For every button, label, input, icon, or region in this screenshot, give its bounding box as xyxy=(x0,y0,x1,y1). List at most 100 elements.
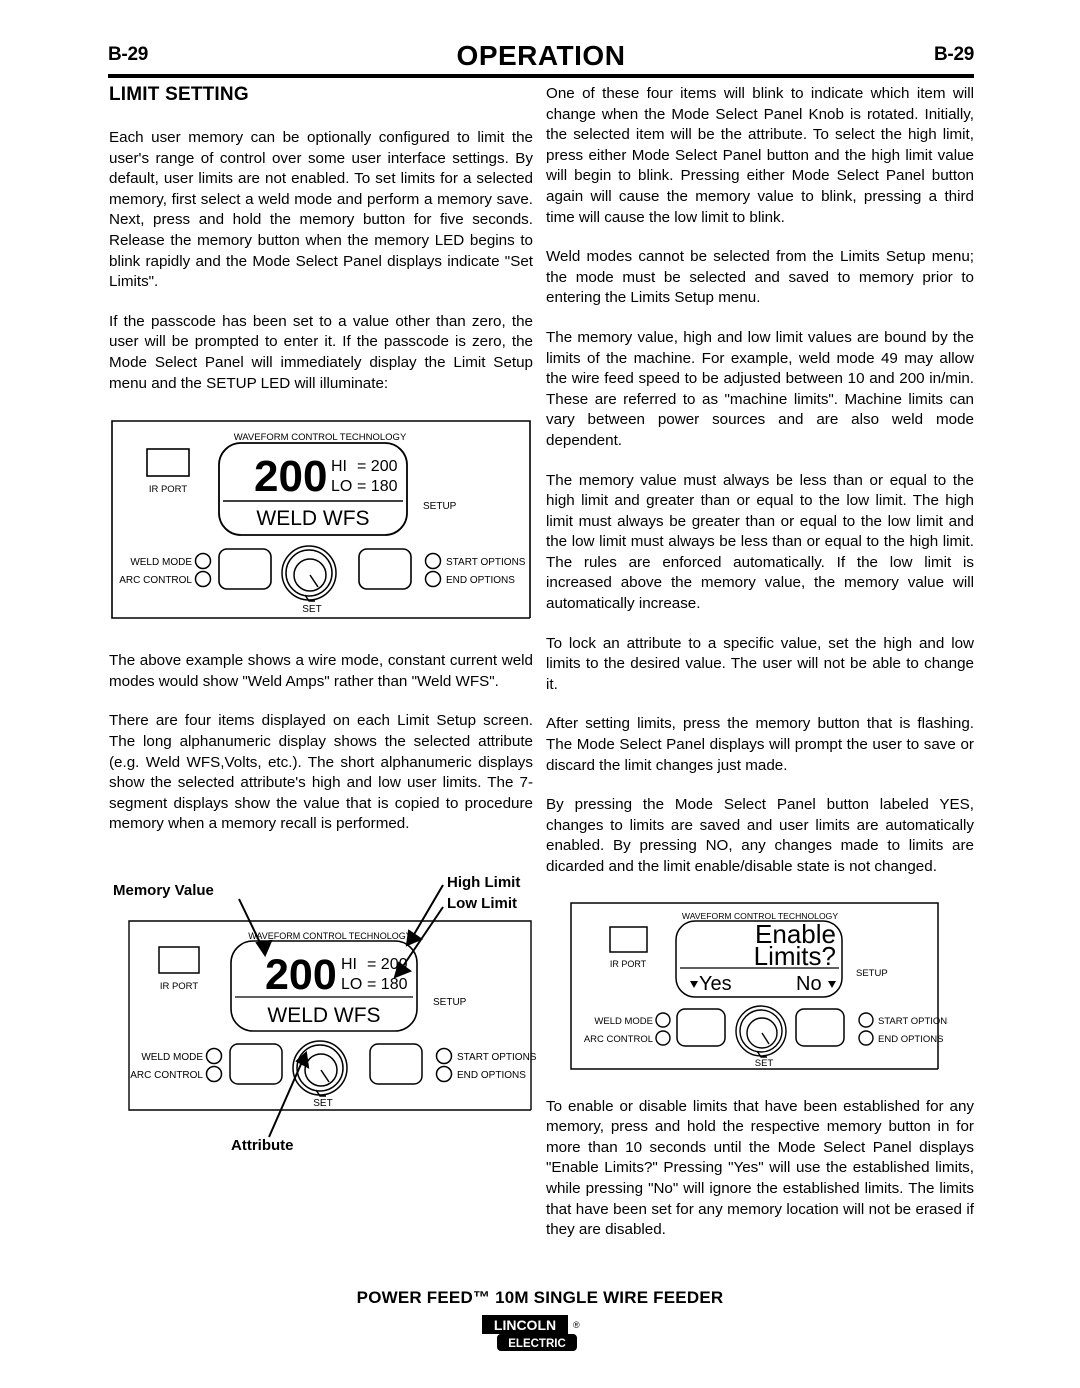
knob-outer-ring xyxy=(281,545,337,601)
lincoln-electric-logo: LINCOLN ® ELECTRIC xyxy=(481,1314,599,1356)
knob-mid-ring xyxy=(285,549,333,597)
ir-port-label: IR PORT xyxy=(160,981,199,992)
no-option[interactable]: No xyxy=(796,973,822,995)
mode-select-right-button[interactable] xyxy=(358,548,412,590)
paragraph: The memory value, high and low limit val… xyxy=(546,328,974,449)
hi-limit-label: HI xyxy=(341,956,357,973)
mode-select-left-button[interactable] xyxy=(229,1043,283,1085)
end-options-led xyxy=(858,1029,874,1046)
callout-memory-value: Memory Value xyxy=(113,882,214,899)
weld-mode-label: WELD MODE xyxy=(594,1016,653,1027)
lo-limit-value: = 180 xyxy=(367,976,408,993)
logo-registered-mark: ® xyxy=(573,1320,580,1330)
start-options-label: START OPTIONS xyxy=(457,1052,537,1063)
start-options-led xyxy=(435,1047,453,1065)
right-column: One of these four items will blink to in… xyxy=(546,84,974,1241)
paragraph: If the passcode has been set to a value … xyxy=(109,312,533,392)
setup-led-label: SETUP xyxy=(433,997,467,1008)
mode-select-right-button[interactable] xyxy=(369,1043,423,1085)
set-knob-label: SET xyxy=(302,604,321,615)
paragraph: By pressing the Mode Select Panel button… xyxy=(546,796,974,875)
yes-indicator-arrow xyxy=(690,980,698,988)
set-knob-label: SET xyxy=(755,1058,774,1069)
brand-line: WAVEFORM CONTROL TECHNOLOGY xyxy=(234,432,407,443)
ir-port-window xyxy=(609,925,648,953)
logo-bottom-text: ELECTRIC xyxy=(508,1338,566,1350)
weld-mode-led xyxy=(205,1047,223,1065)
setup-led-label: SETUP xyxy=(856,968,888,979)
logo-mark: LINCOLN ® ELECTRIC xyxy=(482,1315,580,1351)
hi-limit-label: HI xyxy=(331,458,347,475)
no-indicator-arrow xyxy=(828,980,836,988)
paragraph: After setting limits, press the memory b… xyxy=(546,715,974,774)
ir-port-label: IR PORT xyxy=(149,484,188,495)
knob-mid-ring xyxy=(739,1008,783,1053)
arc-control-led xyxy=(205,1065,223,1083)
annotated-control-panel-diagram: Memory Value High Limit Low Limit Attrib… xyxy=(113,874,537,1154)
knob-pointer xyxy=(309,574,319,588)
end-options-label: END OPTIONS xyxy=(457,1070,526,1081)
weld-mode-led xyxy=(194,552,212,570)
memory-value-display: 200 xyxy=(265,951,337,999)
end-options-led xyxy=(424,570,442,588)
hi-limit-value: = 200 xyxy=(367,956,408,973)
figure-limit-setup-panel: WAVEFORM CONTROL TECHNOLOGY IR PORT 200 … xyxy=(109,413,533,631)
control-panel-diagram: WAVEFORM CONTROL TECHNOLOGY IR PORT 200 … xyxy=(111,420,531,619)
end-options-led xyxy=(435,1065,453,1083)
paragraph: The above example shows a wire mode, con… xyxy=(109,652,533,690)
arc-control-label: ARC CONTROL xyxy=(584,1034,653,1045)
lo-limit-value: = 180 xyxy=(357,478,398,495)
weld-mode-led xyxy=(655,1011,671,1028)
arc-control-led xyxy=(194,570,212,588)
start-options-led xyxy=(858,1011,874,1028)
paragraph: There are four items displayed on each L… xyxy=(109,712,533,833)
left-column: LIMIT SETTING Each user memory can be op… xyxy=(109,84,537,1155)
weld-mode-label: WELD MODE xyxy=(130,557,192,568)
mode-select-left-button[interactable] xyxy=(676,1007,726,1047)
header-page-number-right: B-29 xyxy=(934,44,974,65)
page-title: OPERATION xyxy=(456,40,626,71)
lo-limit-label: LO xyxy=(341,976,362,993)
ir-port-label: IR PORT xyxy=(610,959,647,969)
mode-select-right-button[interactable] xyxy=(795,1007,845,1047)
document-page: B-29 OPERATION B-29 LIMIT SETTING Each u… xyxy=(0,0,1080,1388)
setup-led-label: SETUP xyxy=(423,501,457,512)
knob-pointer xyxy=(761,1032,770,1044)
arc-control-led xyxy=(655,1029,671,1046)
enable-limits-panel-diagram: WAVEFORM CONTROL TECHNOLOGY IR PORT Enab… xyxy=(570,901,948,1070)
page-footer: POWER FEED™ 10M SINGLE WIRE FEEDER LINCO… xyxy=(0,1288,1080,1356)
lo-limit-label: LO xyxy=(331,478,352,495)
paragraph: One of these four items will blink to in… xyxy=(546,85,974,226)
paragraph: To enable or disable limits that have be… xyxy=(546,1097,974,1239)
end-options-label: END OPTIONS xyxy=(878,1034,943,1045)
start-options-label: START OPTIONS xyxy=(446,557,526,568)
knob-pointer xyxy=(320,1069,330,1083)
hi-limit-value: = 200 xyxy=(357,458,398,475)
end-options-label: END OPTIONS xyxy=(446,575,515,586)
arc-control-label: ARC CONTROL xyxy=(130,1070,203,1081)
memory-value-display: 200 xyxy=(254,452,327,501)
attribute-display: WELD WFS xyxy=(267,1004,380,1027)
arc-control-label: ARC CONTROL xyxy=(119,575,192,586)
callout-low-limit: Low Limit xyxy=(447,895,517,912)
attribute-display: WELD WFS xyxy=(256,507,369,530)
set-knob-label: SET xyxy=(313,1098,332,1109)
paragraph: The memory value must always be less tha… xyxy=(546,471,974,613)
knob-outer-ring xyxy=(292,1040,348,1096)
knob-mid-ring xyxy=(296,1044,344,1092)
callout-high-limit: High Limit xyxy=(447,874,520,891)
prompt-line-2: Limits? xyxy=(754,941,836,971)
callout-attribute: Attribute xyxy=(231,1137,294,1154)
paragraph: Weld modes cannot be selected from the L… xyxy=(546,248,974,307)
figure-annotated-panel: Memory Value High Limit Low Limit Attrib… xyxy=(109,865,537,1155)
weld-mode-label: WELD MODE xyxy=(141,1052,203,1063)
start-options-label: START OPTIONS xyxy=(878,1016,948,1027)
figure-enable-limits-panel: WAVEFORM CONTROL TECHNOLOGY IR PORT Enab… xyxy=(568,897,974,1079)
logo-top-text: LINCOLN xyxy=(494,1317,556,1333)
section-title: LIMIT SETTING xyxy=(109,84,249,105)
yes-option[interactable]: Yes xyxy=(699,973,732,995)
product-name: POWER FEED™ 10M SINGLE WIRE FEEDER xyxy=(356,1288,724,1307)
mode-select-left-button[interactable] xyxy=(218,548,272,590)
header-divider xyxy=(108,74,974,78)
ir-port-window xyxy=(146,448,190,477)
